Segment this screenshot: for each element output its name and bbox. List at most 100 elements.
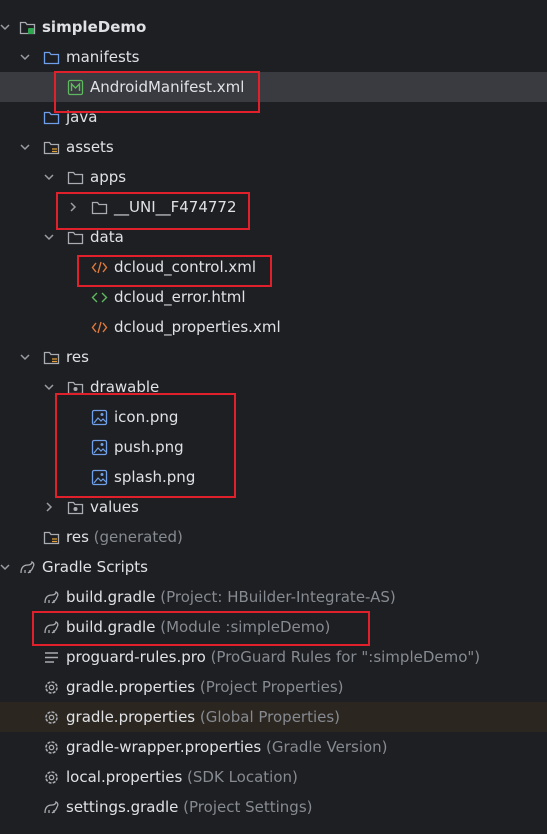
- folder-icon: [91, 201, 108, 215]
- tree-label: values: [90, 498, 139, 516]
- tree-label: settings.gradle (Project Settings): [66, 797, 313, 817]
- folder-icon: [43, 51, 60, 65]
- image-file-icon: [91, 469, 108, 486]
- tree-label: gradle.properties (Global Properties): [66, 707, 340, 727]
- tree-label: build.gradle (Module :simpleDemo): [66, 617, 330, 637]
- tree-label: assets: [66, 138, 114, 156]
- tree-row-drawable[interactable]: drawable: [0, 372, 547, 402]
- manifest-icon: [67, 79, 84, 96]
- tree-label: dcloud_error.html: [114, 288, 246, 306]
- tree-label-hint: (Module :simpleDemo): [160, 618, 331, 636]
- tree-label: apps: [90, 168, 127, 186]
- tree-row-dcloud-error[interactable]: dcloud_error.html: [0, 282, 547, 312]
- tree-label: __UNI__F474772: [114, 198, 237, 216]
- tree-label-hint: (generated): [93, 528, 183, 546]
- tree-label-hint: (Project Settings): [183, 798, 313, 816]
- tree-label: proguard-rules.pro (ProGuard Rules for "…: [66, 647, 480, 667]
- tree-row-uni-folder[interactable]: __UNI__F474772: [0, 192, 547, 222]
- tree-label: local.properties (SDK Location): [66, 767, 298, 787]
- tree-row-apps[interactable]: apps: [0, 162, 547, 192]
- tree-row-gradle-wrapper[interactable]: gradle-wrapper.properties (Gradle Versio…: [0, 732, 547, 762]
- tree-row-java[interactable]: java: [0, 102, 547, 132]
- xml-file-icon: [91, 261, 108, 274]
- tree-row-gradle-props-global[interactable]: gradle.properties (Global Properties): [0, 702, 547, 732]
- tree-row-data[interactable]: data: [0, 222, 547, 252]
- chevron-down-icon[interactable]: [20, 352, 30, 362]
- tree-row-build-gradle-module[interactable]: build.gradle (Module :simpleDemo): [0, 612, 547, 642]
- tree-label: AndroidManifest.xml: [90, 78, 245, 96]
- tree-row-dcloud-control[interactable]: dcloud_control.xml: [0, 252, 547, 282]
- resource-folder-icon: [43, 531, 60, 545]
- tree-row-androidmanifest[interactable]: AndroidManifest.xml: [0, 72, 547, 102]
- tree-label: res (generated): [66, 527, 183, 547]
- tree-label-name: gradle.properties: [66, 678, 196, 696]
- tree-label-name: local.properties: [66, 768, 183, 786]
- gradle-icon: [20, 560, 35, 574]
- tree-label-name: build.gradle: [66, 618, 156, 636]
- tree-label-hint: (Project Properties): [199, 678, 344, 696]
- chevron-down-icon[interactable]: [44, 232, 54, 242]
- tree-label: drawable: [90, 378, 160, 396]
- chevron-down-icon[interactable]: [0, 562, 10, 572]
- text-file-icon: [45, 652, 58, 663]
- tree-row-values[interactable]: values: [0, 492, 547, 522]
- tree-row-simpledemo[interactable]: simpleDemo: [0, 12, 547, 42]
- tree-label: java: [66, 108, 98, 126]
- tree-label: push.png: [114, 438, 184, 456]
- tree-label-hint: (Project: HBuilder-Integrate-AS): [160, 588, 396, 606]
- tree-label: build.gradle (Project: HBuilder-Integrat…: [66, 587, 396, 607]
- tree-row-settings-gradle[interactable]: settings.gradle (Project Settings): [0, 792, 547, 822]
- resource-folder-icon: [43, 351, 60, 365]
- tree-label: Gradle Scripts: [42, 558, 148, 576]
- tree-row-splash-png[interactable]: splash.png: [0, 462, 547, 492]
- folder-icon: [67, 231, 84, 245]
- gear-icon: [45, 681, 58, 694]
- folder-icon: [67, 171, 84, 185]
- chevron-down-icon[interactable]: [0, 22, 10, 32]
- chevron-down-icon[interactable]: [44, 382, 54, 392]
- tree-label: icon.png: [114, 408, 179, 426]
- tree-label-hint: (ProGuard Rules for ":simpleDemo"): [210, 648, 481, 666]
- tree-label-name: proguard-rules.pro: [66, 648, 206, 666]
- tree-label-hint: (Global Properties): [199, 708, 341, 726]
- tree-row-res-generated[interactable]: res (generated): [0, 522, 547, 552]
- image-file-icon: [91, 439, 108, 456]
- chevron-right-icon[interactable]: [68, 202, 78, 212]
- gradle-icon: [44, 590, 59, 604]
- chevron-right-icon[interactable]: [44, 502, 54, 512]
- tree-label: dcloud_control.xml: [114, 258, 257, 276]
- tree-row-gradle-props-project[interactable]: gradle.properties (Project Properties): [0, 672, 547, 702]
- html-file-icon: [91, 292, 108, 303]
- tree-row-dcloud-properties[interactable]: dcloud_properties.xml: [0, 312, 547, 342]
- tree-row-local-props[interactable]: local.properties (SDK Location): [0, 762, 547, 792]
- tree-row-assets[interactable]: assets: [0, 132, 547, 162]
- tree-row-res[interactable]: res: [0, 342, 547, 372]
- tree-row-gradle-scripts[interactable]: Gradle Scripts: [0, 552, 547, 582]
- tree-label: splash.png: [114, 468, 196, 486]
- tree-row-proguard[interactable]: proguard-rules.pro (ProGuard Rules for "…: [0, 642, 547, 672]
- tree-row-icon-png[interactable]: icon.png: [0, 402, 547, 432]
- tree-label: data: [90, 228, 124, 246]
- gear-icon: [45, 711, 58, 724]
- image-file-icon: [91, 409, 108, 426]
- tree-label: manifests: [66, 48, 140, 66]
- tree-row-push-png[interactable]: push.png: [0, 432, 547, 462]
- tree-label: gradle-wrapper.properties (Gradle Versio…: [66, 737, 388, 757]
- tree-row-build-gradle-project[interactable]: build.gradle (Project: HBuilder-Integrat…: [0, 582, 547, 612]
- tree-label-name: gradle.properties: [66, 708, 196, 726]
- chevron-down-icon[interactable]: [20, 52, 30, 62]
- module-folder-icon: [19, 21, 36, 35]
- chevron-down-icon[interactable]: [20, 142, 30, 152]
- tree-row-manifests[interactable]: manifests: [0, 42, 547, 72]
- chevron-down-icon[interactable]: [44, 172, 54, 182]
- folder-icon: [67, 381, 84, 395]
- tree-label-hint: (Gradle Version): [266, 738, 388, 756]
- gradle-icon: [44, 620, 59, 634]
- folder-icon: [67, 501, 84, 515]
- tree-label: res: [66, 348, 89, 366]
- gear-icon: [45, 741, 58, 754]
- resource-folder-icon: [43, 141, 60, 155]
- tree-label-name: gradle-wrapper.properties: [66, 738, 262, 756]
- tree-label: gradle.properties (Project Properties): [66, 677, 344, 697]
- tree-label-name: res: [66, 528, 89, 546]
